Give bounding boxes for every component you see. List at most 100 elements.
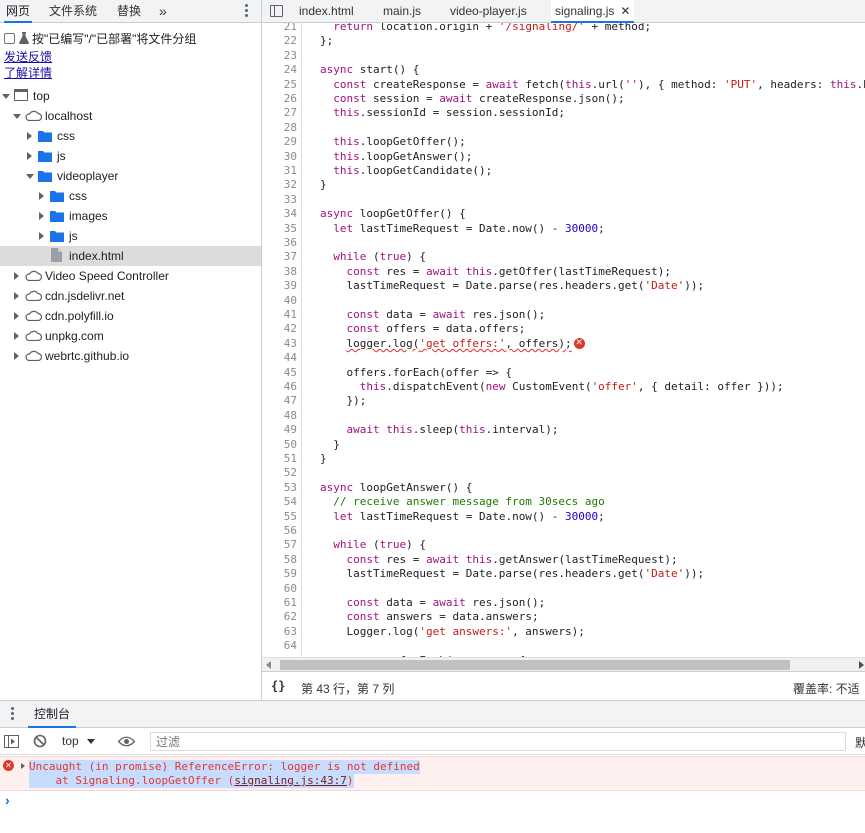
line-number[interactable]: 36 xyxy=(284,236,297,250)
tree-item-webrtc[interactable]: webrtc.github.io xyxy=(0,346,261,366)
tree-item-unpkg[interactable]: unpkg.com xyxy=(0,326,261,346)
line-number[interactable]: 23 xyxy=(284,49,297,63)
line-number[interactable]: 50 xyxy=(284,438,297,452)
line-number[interactable]: 28 xyxy=(284,121,297,135)
learn-more-link[interactable]: 了解详情 xyxy=(4,64,52,81)
source-location-link[interactable]: signaling.js:43:7 xyxy=(234,774,347,787)
tree-item-top[interactable]: top xyxy=(0,86,261,106)
line-number[interactable]: 51 xyxy=(284,452,297,466)
chevron-right-icon[interactable] xyxy=(14,292,19,300)
more-options-icon[interactable] xyxy=(245,3,249,19)
chevron-right-icon[interactable] xyxy=(27,152,32,160)
line-number[interactable]: 48 xyxy=(284,409,297,423)
line-number[interactable]: 35 xyxy=(284,222,297,236)
line-number[interactable]: 38 xyxy=(284,265,297,279)
line-number[interactable]: 59 xyxy=(284,567,297,581)
drawer-menu-icon[interactable] xyxy=(11,707,14,720)
chevron-right-icon[interactable] xyxy=(14,272,19,280)
line-number[interactable]: 57 xyxy=(284,538,297,552)
editor-tab-main-js[interactable]: main.js xyxy=(383,0,421,23)
group-checkbox[interactable] xyxy=(4,32,15,44)
more-tabs-icon[interactable]: » xyxy=(159,0,167,23)
line-number[interactable]: 56 xyxy=(284,524,297,538)
line-number[interactable]: 22 xyxy=(284,34,297,48)
tree-item-videoplayer-css[interactable]: css xyxy=(0,186,261,206)
tab-filesystem[interactable]: 文件系统 xyxy=(49,0,97,23)
horizontal-scrollbar[interactable] xyxy=(262,657,865,671)
tree-item-localhost[interactable]: localhost xyxy=(0,106,261,126)
line-number[interactable]: 29 xyxy=(284,135,297,149)
error-badge-icon[interactable]: ✕ xyxy=(573,338,585,350)
tree-item-jsdelivr[interactable]: cdn.jsdelivr.net xyxy=(0,286,261,306)
line-number[interactable]: 21 xyxy=(284,23,297,34)
line-number[interactable]: 47 xyxy=(284,394,297,408)
line-number[interactable]: 32 xyxy=(284,178,297,192)
line-number[interactable]: 44 xyxy=(284,351,297,365)
line-number[interactable]: 37 xyxy=(284,250,297,264)
editor-tab-video-player-js[interactable]: video-player.js xyxy=(450,0,527,23)
line-number[interactable]: 34 xyxy=(284,207,297,221)
line-number[interactable]: 55 xyxy=(284,510,297,524)
line-number[interactable]: 62 xyxy=(284,610,297,624)
chevron-right-icon[interactable] xyxy=(14,312,19,320)
line-number[interactable]: 63 xyxy=(284,625,297,639)
show-sidebar-icon[interactable] xyxy=(4,735,19,748)
line-number[interactable]: 60 xyxy=(284,582,297,596)
chevron-right-icon[interactable] xyxy=(14,352,19,360)
line-number[interactable]: 61 xyxy=(284,596,297,610)
tree-item-videoplayer[interactable]: videoplayer xyxy=(0,166,261,186)
line-number[interactable]: 41 xyxy=(284,308,297,322)
line-number[interactable]: 39 xyxy=(284,279,297,293)
tree-item-videoplayer-images[interactable]: images xyxy=(0,206,261,226)
toggle-navigator-icon[interactable] xyxy=(270,5,283,17)
line-number[interactable]: 58 xyxy=(284,553,297,567)
tree-item-js[interactable]: js xyxy=(0,146,261,166)
group-by-authored-option[interactable]: 按"已编写"/"已部署"将文件分组 xyxy=(4,31,196,46)
line-number[interactable]: 26 xyxy=(284,92,297,106)
chevron-right-icon[interactable] xyxy=(39,192,44,200)
scroll-left-icon[interactable] xyxy=(266,661,271,669)
editor-tab-index-html[interactable]: index.html xyxy=(299,0,354,23)
close-tab-icon[interactable]: ✕ xyxy=(620,4,630,18)
eye-icon[interactable] xyxy=(118,736,135,747)
line-number[interactable]: 24 xyxy=(284,63,297,77)
context-selector[interactable]: top xyxy=(62,732,96,751)
chevron-down-icon[interactable] xyxy=(2,94,10,99)
editor-tab-signaling-js[interactable]: signaling.js ✕ xyxy=(551,0,635,23)
expand-triangle-icon[interactable] xyxy=(21,763,25,769)
line-number[interactable]: 45 xyxy=(284,366,297,380)
tree-item-videoplayer-js[interactable]: js xyxy=(0,226,261,246)
line-number[interactable]: 42 xyxy=(284,322,297,336)
tree-item-index-html[interactable]: index.html xyxy=(0,246,261,266)
filter-input[interactable] xyxy=(150,732,846,751)
line-number[interactable]: 46 xyxy=(284,380,297,394)
line-number[interactable]: 53 xyxy=(284,481,297,495)
line-number[interactable]: 27 xyxy=(284,106,297,120)
console-prompt-icon[interactable]: › xyxy=(5,792,10,808)
tree-item-polyfill[interactable]: cdn.polyfill.io xyxy=(0,306,261,326)
coverage-status[interactable]: 覆盖率: 不适 xyxy=(793,680,860,697)
scroll-right-icon[interactable] xyxy=(859,661,864,669)
chevron-right-icon[interactable] xyxy=(27,132,32,140)
tree-item-css[interactable]: css xyxy=(0,126,261,146)
line-number[interactable]: 43 xyxy=(284,337,297,351)
chevron-right-icon[interactable] xyxy=(14,332,19,340)
tab-overrides[interactable]: 替换 xyxy=(117,0,141,23)
line-number[interactable]: 52 xyxy=(284,466,297,480)
pretty-print-icon[interactable]: {} xyxy=(271,679,285,693)
chevron-right-icon[interactable] xyxy=(39,212,44,220)
line-number[interactable]: 33 xyxy=(284,193,297,207)
line-number[interactable]: 49 xyxy=(284,423,297,437)
tab-console[interactable]: 控制台 xyxy=(28,701,77,728)
clear-console-icon[interactable] xyxy=(33,734,47,748)
line-number[interactable]: 25 xyxy=(284,78,297,92)
line-number[interactable]: 30 xyxy=(284,150,297,164)
chevron-right-icon[interactable] xyxy=(39,232,44,240)
chevron-down-icon[interactable] xyxy=(13,114,21,119)
tab-page[interactable]: 网页 xyxy=(4,0,33,23)
line-number[interactable]: 64 xyxy=(284,639,297,653)
line-number[interactable]: 31 xyxy=(284,164,297,178)
default-levels-dropdown[interactable]: 默 xyxy=(855,734,865,751)
send-feedback-link[interactable]: 发送反馈 xyxy=(4,48,52,65)
tree-item-video-speed-controller[interactable]: Video Speed Controller xyxy=(0,266,261,286)
